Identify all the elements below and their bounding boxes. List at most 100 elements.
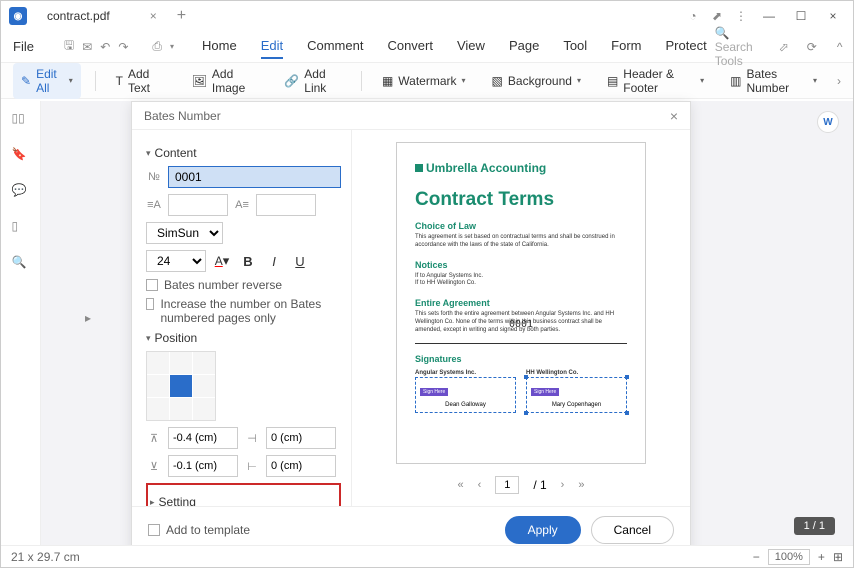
kebab-menu-icon[interactable]: ⋮	[733, 8, 749, 24]
margin-top-icon: ⊼	[146, 430, 162, 446]
tab-edit[interactable]: Edit	[261, 34, 283, 59]
toolbar-overflow-icon[interactable]: ›	[837, 74, 841, 88]
margin-right-icon: ⊢	[244, 458, 260, 474]
dialog-title: Bates Number	[144, 109, 221, 123]
search-tools-input[interactable]: 🔍 Search Tools	[715, 26, 753, 68]
panel-collapse-icon[interactable]: ▸	[85, 311, 91, 371]
margin-top-input[interactable]	[168, 427, 238, 449]
add-image-button[interactable]: 🖼 Add Image	[186, 63, 265, 99]
add-to-template-checkbox[interactable]: Add to template	[148, 523, 250, 537]
add-link-button[interactable]: 🔗 Add Link	[278, 63, 347, 99]
font-family-select[interactable]: SimSun	[146, 222, 223, 244]
main-tabs: Home Edit Comment Convert View Page Tool…	[202, 34, 707, 59]
margin-left-input[interactable]	[266, 427, 336, 449]
increase-number-checkbox[interactable]: Increase the number on Bates numbered pa…	[146, 297, 341, 325]
tab-tool[interactable]: Tool	[563, 34, 587, 59]
highlighted-sections: ▸Setting ▸Page Range	[146, 483, 341, 506]
cancel-button[interactable]: Cancel	[591, 516, 674, 544]
prefix-align-icon: ≡A	[146, 197, 162, 213]
bates-number-dialog: Bates Number × ▾Content № ≡A A≡ SimSun 2…	[131, 101, 691, 553]
bold-button[interactable]: B	[238, 250, 258, 272]
thumbnails-icon[interactable]: ▯▯	[12, 111, 30, 129]
save-icon[interactable]: 🖫	[64, 36, 74, 57]
word-badge-icon[interactable]: W	[817, 111, 839, 133]
prev-page-button[interactable]: ‹	[478, 479, 482, 491]
edit-all-button[interactable]: ✎ Edit All▾	[13, 63, 81, 99]
page-dimensions: 21 x 29.7 cm	[11, 550, 80, 564]
bates-prefix-icon[interactable]: №	[146, 169, 162, 185]
content-section-header[interactable]: ▾Content	[146, 146, 341, 160]
tab-protect[interactable]: Protect	[666, 34, 707, 59]
mail-icon[interactable]: ✉	[82, 40, 92, 54]
bates-number-input[interactable]	[168, 166, 341, 188]
preview-title: Contract Terms	[415, 189, 627, 211]
header-footer-button[interactable]: ▤ Header & Footer▾	[601, 63, 710, 99]
tab-convert[interactable]: Convert	[387, 34, 433, 59]
page-total: / 1	[533, 478, 546, 492]
bookmark-icon[interactable]: 🔖	[12, 147, 30, 165]
font-color-button[interactable]: A▾	[212, 250, 232, 272]
position-center[interactable]	[170, 375, 192, 397]
file-menu[interactable]: File	[13, 39, 34, 54]
settings-panel: ▾Content № ≡A A≡ SimSun 24 A▾ B I U Bate…	[132, 130, 352, 506]
apply-button[interactable]: Apply	[505, 516, 581, 544]
tab-form[interactable]: Form	[611, 34, 641, 59]
first-page-button[interactable]: «	[458, 479, 464, 491]
zoom-out-button[interactable]: −	[753, 550, 760, 564]
cloud-sync-icon[interactable]: ⟳	[803, 40, 821, 54]
bates-reverse-checkbox[interactable]: Bates number reverse	[146, 278, 341, 292]
signature-field-a: Sign Here Dean Galloway	[415, 377, 516, 413]
search-icon[interactable]: 🔍	[12, 255, 30, 273]
background-button[interactable]: ▧ Background▾	[486, 70, 587, 92]
cloud-icon[interactable]: ◔	[685, 8, 701, 24]
bates-number-button[interactable]: ▥ Bates Number▾	[724, 63, 823, 99]
zoom-in-button[interactable]: +	[818, 550, 825, 564]
print-dropdown-icon[interactable]: ▾	[170, 42, 174, 51]
close-dialog-button[interactable]: ×	[670, 108, 678, 124]
preview-brand-logo: Umbrella Accounting	[415, 161, 627, 175]
underline-button[interactable]: U	[290, 250, 310, 272]
attachments-icon[interactable]: ▯	[12, 219, 30, 237]
tab-comment[interactable]: Comment	[307, 34, 363, 59]
next-page-button[interactable]: ›	[561, 479, 565, 491]
tab-view[interactable]: View	[457, 34, 485, 59]
font-size-select[interactable]: 24	[146, 250, 206, 272]
page-indicator-badge: 1 / 1	[794, 517, 835, 535]
tab-page[interactable]: Page	[509, 34, 539, 59]
external-link-icon[interactable]: ⬀	[775, 40, 793, 54]
position-section-header[interactable]: ▾Position	[146, 331, 341, 345]
app-logo-icon: ◉	[9, 7, 27, 25]
document-tab[interactable]: contract.pdf ×	[37, 5, 167, 27]
setting-section-header[interactable]: ▸Setting	[150, 495, 337, 506]
margin-left-icon: ⊣	[244, 430, 260, 446]
add-text-button[interactable]: T Add Text	[110, 63, 172, 99]
collapse-ribbon-icon[interactable]: ^	[831, 40, 849, 54]
suffix-input[interactable]	[256, 194, 316, 216]
redo-icon[interactable]: ↷	[118, 40, 128, 54]
share-icon[interactable]: ⬈	[709, 8, 725, 24]
edit-toolbar: ✎ Edit All▾ T Add Text 🖼 Add Image 🔗 Add…	[1, 63, 853, 99]
close-window-button[interactable]: ×	[821, 4, 845, 28]
print-icon[interactable]: ⎙	[152, 39, 162, 54]
suffix-align-icon: A≡	[234, 197, 250, 213]
position-grid[interactable]	[146, 351, 216, 421]
maximize-button[interactable]: ☐	[789, 4, 813, 28]
page-number-input[interactable]	[495, 476, 519, 494]
undo-icon[interactable]: ↶	[100, 40, 110, 54]
italic-button[interactable]: I	[264, 250, 284, 272]
new-tab-button[interactable]: +	[177, 7, 186, 25]
margin-bottom-input[interactable]	[168, 455, 238, 477]
last-page-button[interactable]: »	[578, 479, 584, 491]
margin-right-input[interactable]	[266, 455, 336, 477]
tab-home[interactable]: Home	[202, 34, 237, 59]
close-tab-icon[interactable]: ×	[150, 9, 157, 23]
minimize-button[interactable]: —	[757, 4, 781, 28]
preview-panel: Umbrella Accounting Contract Terms Choic…	[352, 130, 690, 506]
tab-filename: contract.pdf	[47, 9, 110, 23]
prefix-input[interactable]	[168, 194, 228, 216]
preview-bates-stamp: 0001	[509, 319, 533, 330]
comments-icon[interactable]: 💬	[12, 183, 30, 201]
zoom-select[interactable]: 100%	[768, 549, 810, 565]
fit-view-icon[interactable]: ⊞	[833, 550, 843, 564]
watermark-button[interactable]: ▦ Watermark▾	[376, 70, 472, 92]
